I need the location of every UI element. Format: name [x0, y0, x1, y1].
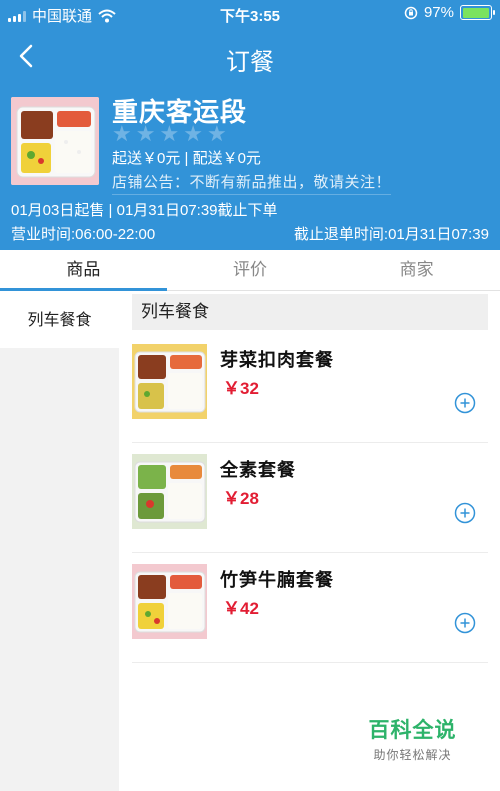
menu-item[interactable]: 全素套餐 ￥28 [132, 443, 488, 553]
menu-item[interactable]: 芽菜扣肉套餐 ￥32 [132, 333, 488, 443]
star-icon: ★ [159, 121, 180, 146]
section-title: 列车餐食 [132, 294, 488, 330]
battery-fill [462, 7, 489, 18]
item-name: 竹笋牛腩套餐 [220, 570, 334, 590]
star-icon: ★ [112, 121, 132, 146]
star-icon: ★ [206, 121, 227, 146]
item-image [132, 344, 207, 419]
item-image [132, 564, 207, 639]
add-plus-icon[interactable] [454, 392, 476, 414]
item-price: ￥32 [223, 379, 259, 398]
item-name: 全素套餐 [220, 460, 296, 480]
page-title: 订餐 [226, 49, 274, 76]
header-area: 中国联通 下午3:55 97% 订餐 重庆客运段 ★ ★ ★ ★ ★ 起送￥0元… [0, 0, 500, 250]
watermark-title: 百科全说 [368, 719, 457, 742]
battery-icon [460, 5, 495, 20]
category-sidebar: 列车餐食 [0, 292, 119, 791]
watermark-subtitle: 助你轻松解决 [373, 748, 452, 762]
item-image [132, 454, 207, 529]
tab-merchant[interactable]: 商家 [333, 250, 500, 290]
rotation-lock-icon [404, 6, 418, 19]
star-icon: ★ [135, 121, 156, 146]
refund-cutoff: 截止退单时间:01月31日07:39 [293, 226, 489, 243]
add-plus-icon[interactable] [454, 612, 476, 634]
battery-percent: 97% [423, 4, 454, 21]
business-hours: 营业时间:06:00-22:00 [11, 226, 156, 243]
tab-products[interactable]: 商品 [0, 250, 167, 291]
star-icon: ★ [183, 121, 203, 146]
tab-bar: 商品 评价 商家 [0, 250, 500, 291]
watermark-logo: 百科全说 助你轻松解决 [365, 714, 460, 763]
rating-stars: ★ ★ ★ ★ ★ [112, 123, 227, 145]
menu-item[interactable]: 竹笋牛腩套餐 ￥42 [132, 553, 488, 663]
sale-dates: 01月03日起售 | 01月31日07:39截止下单 [11, 202, 278, 219]
item-price: ￥42 [223, 599, 259, 618]
item-name: 芽菜扣肉套餐 [220, 350, 334, 370]
item-price: ￥28 [223, 489, 259, 508]
shop-notice: 店铺公告：不断有新品推出，敬请关注！ [112, 171, 392, 195]
nav-bar: 订餐 [0, 34, 500, 78]
category-item-train-meals[interactable]: 列车餐食 [0, 292, 119, 348]
tab-reviews[interactable]: 评价 [167, 250, 334, 290]
shop-image [11, 97, 99, 185]
delivery-fees: 起送￥0元 | 配送￥0元 [112, 150, 261, 167]
add-plus-icon[interactable] [454, 502, 476, 524]
status-bar: 中国联通 下午3:55 97% [0, 0, 500, 28]
status-right: 97% [404, 4, 495, 21]
